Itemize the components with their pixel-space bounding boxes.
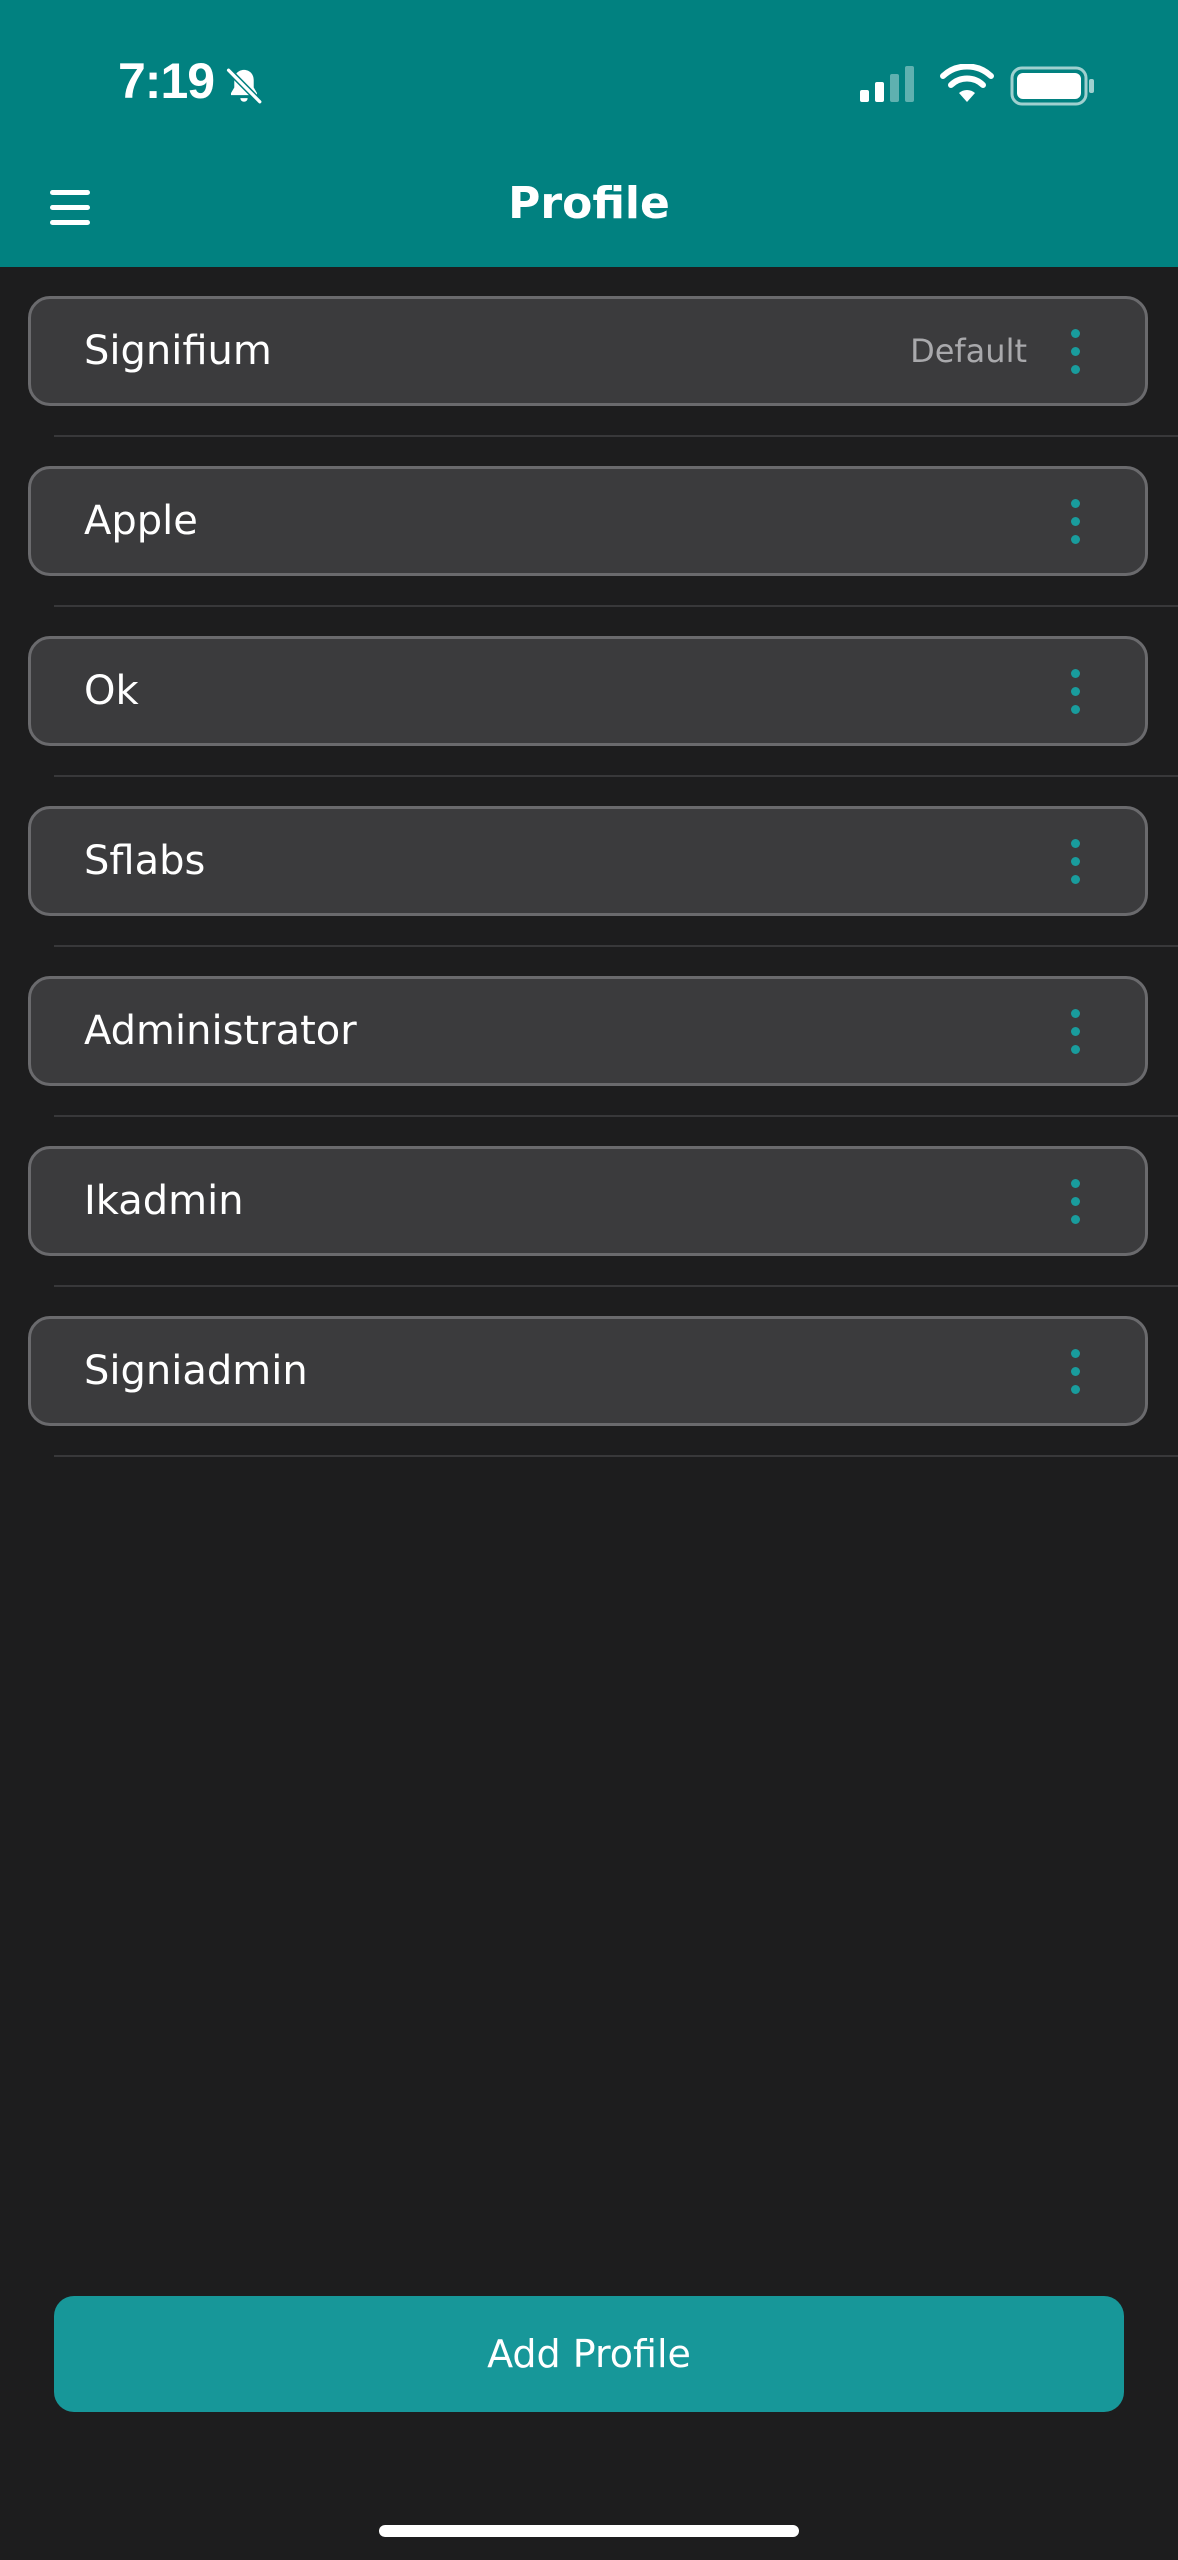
profile-name: Ok	[84, 668, 139, 714]
more-vertical-icon[interactable]	[1069, 1179, 1081, 1225]
profile-item-ok[interactable]: Ok	[28, 636, 1148, 746]
wifi-icon	[940, 64, 994, 102]
more-vertical-icon[interactable]	[1069, 499, 1081, 545]
divider	[54, 775, 1178, 777]
profile-name: Ikadmin	[84, 1178, 244, 1224]
add-profile-button[interactable]: Add Profile	[54, 2296, 1124, 2412]
app-header: 7:19 Profile	[0, 0, 1178, 267]
more-vertical-icon[interactable]	[1069, 839, 1081, 885]
cellular-signal-icon	[860, 66, 914, 102]
more-vertical-icon[interactable]	[1069, 669, 1081, 715]
battery-icon	[1010, 66, 1094, 106]
more-vertical-icon[interactable]	[1069, 1349, 1081, 1395]
profile-item-administrator[interactable]: Administrator	[28, 976, 1148, 1086]
more-vertical-icon[interactable]	[1069, 329, 1081, 375]
profile-name: Signiadmin	[84, 1348, 308, 1394]
divider	[54, 435, 1178, 437]
divider	[54, 1285, 1178, 1287]
page-title: Profile	[508, 178, 670, 229]
divider	[54, 1115, 1178, 1117]
bell-slash-icon	[225, 67, 263, 105]
profile-item-apple[interactable]: Apple	[28, 466, 1148, 576]
profile-item-sflabs[interactable]: Sflabs	[28, 806, 1148, 916]
profile-item-ikadmin[interactable]: Ikadmin	[28, 1146, 1148, 1256]
profile-name: Apple	[84, 498, 198, 544]
profile-item-signiadmin[interactable]: Signiadmin	[28, 1316, 1148, 1426]
profile-item-signifium[interactable]: Signifium Default	[28, 296, 1148, 406]
profile-name: Signifium	[84, 328, 272, 374]
divider	[54, 945, 1178, 947]
default-badge: Default	[910, 332, 1027, 370]
divider	[54, 1455, 1178, 1457]
profile-name: Sflabs	[84, 838, 206, 884]
profile-name: Administrator	[84, 1008, 357, 1054]
home-indicator[interactable]	[379, 2525, 799, 2537]
status-time: 7:19	[118, 53, 215, 109]
more-vertical-icon[interactable]	[1069, 1009, 1081, 1055]
divider	[54, 605, 1178, 607]
